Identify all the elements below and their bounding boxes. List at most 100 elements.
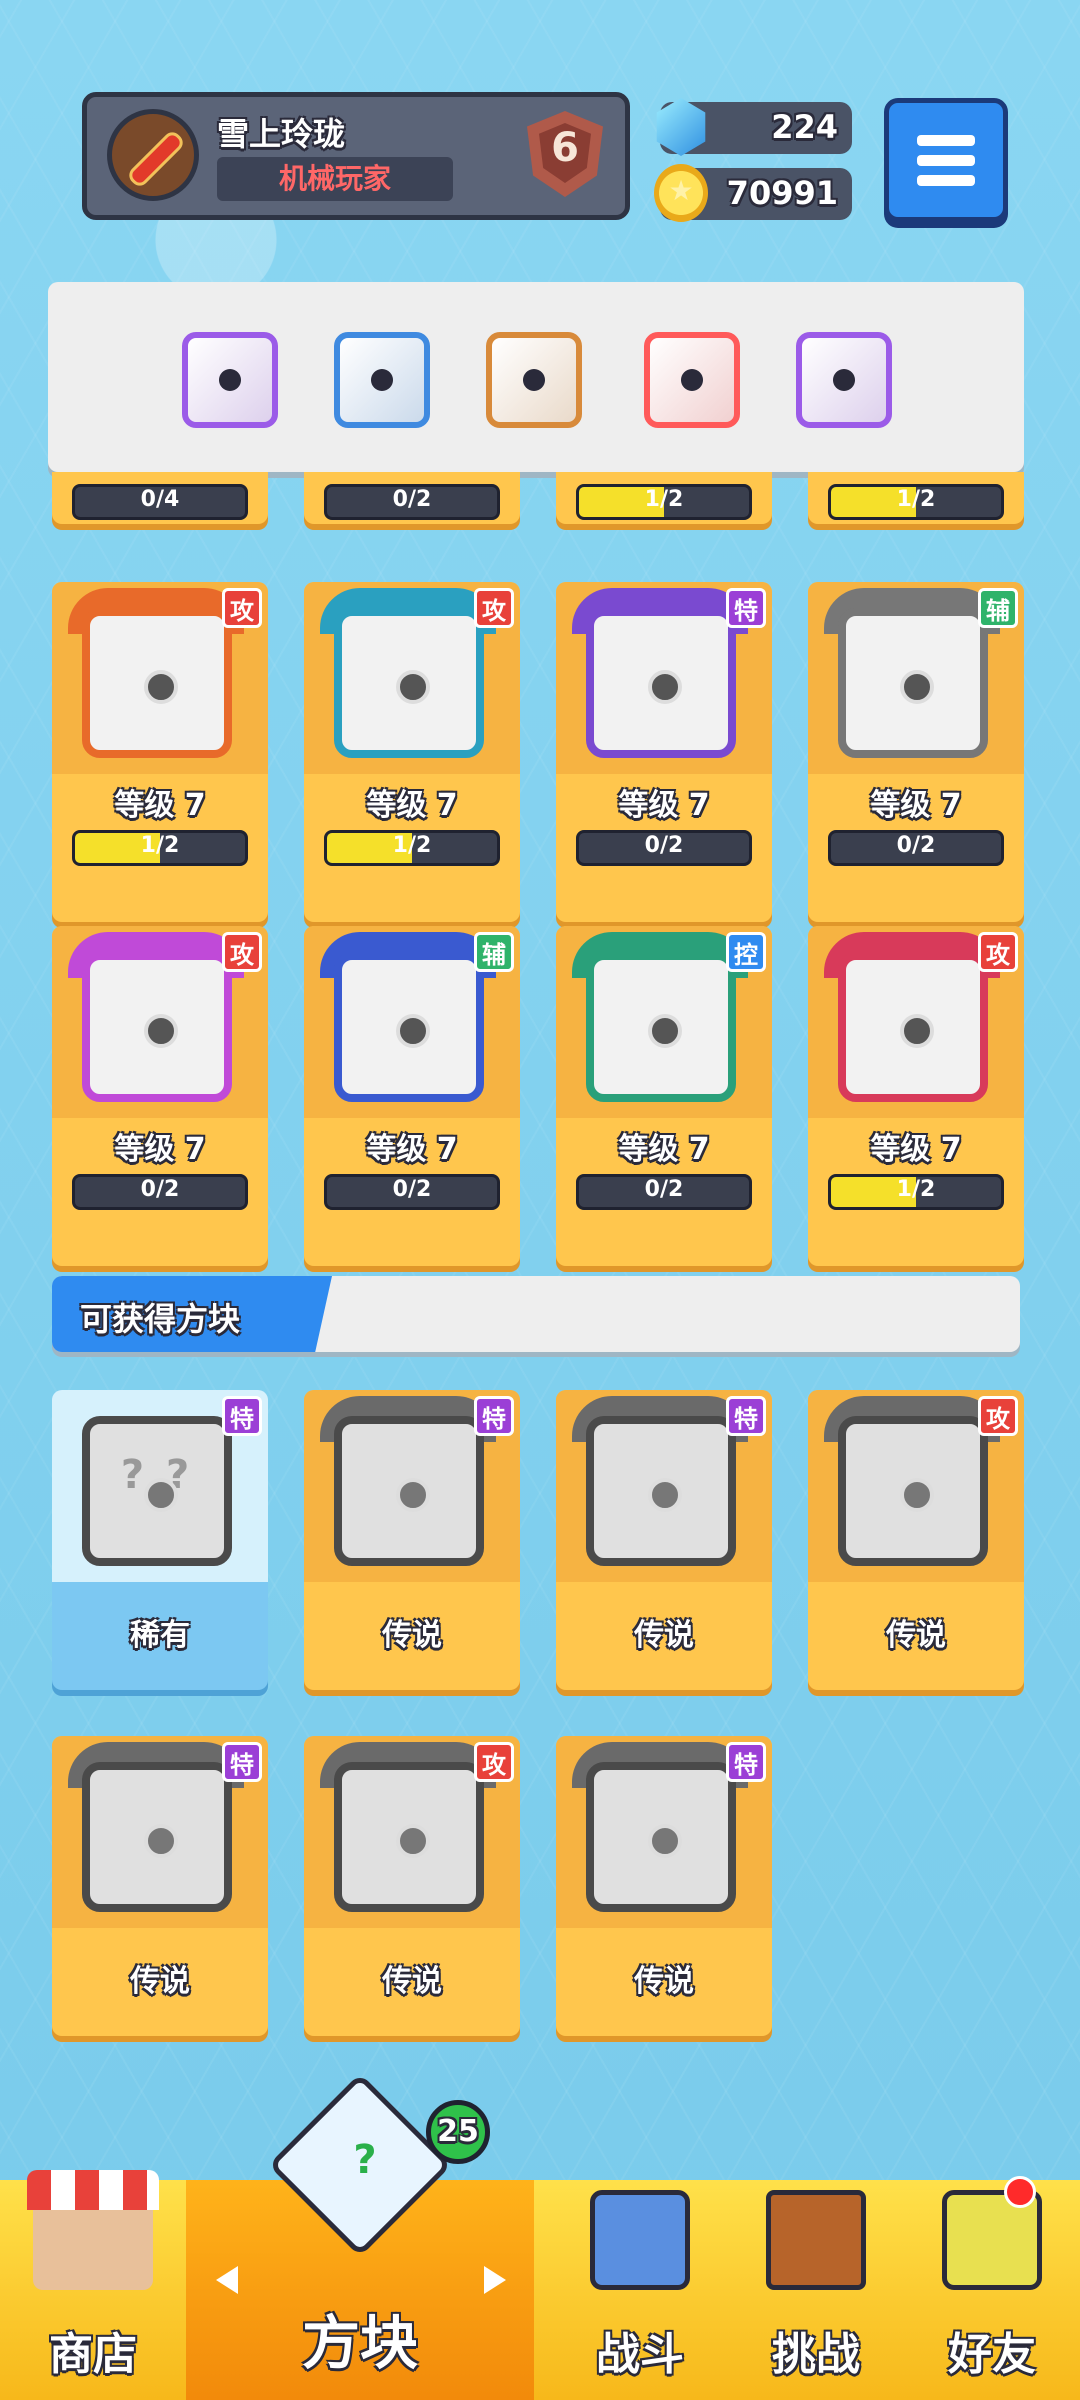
section-title: 可获得方块 [80,1300,241,1338]
progress-bar: 0/4 [72,484,248,520]
dice-type-tag: 辅 [978,588,1018,628]
available-dice-star-dice[interactable]: 攻传说 [304,1736,520,2036]
dice-card-moon-dice[interactable]: 辅等级 7 0/2 [304,926,520,1266]
dice-card-mist-dice[interactable]: 特等级 7 0/2 [556,582,772,922]
sand-dice-icon[interactable] [486,332,582,428]
gem-icon [656,98,706,156]
bottom-nav: 商店 ? 方块 战斗 挑战 好友 [0,2073,1080,2400]
gem-counter[interactable]: 224 [656,98,852,156]
chevron-right-icon[interactable] [484,2266,506,2294]
crest-dice-icon [586,1762,736,1912]
whirlpool-dice-icon [334,608,484,758]
dice-level: 等级 7 [114,1132,206,1167]
flame-dice-icon [82,1762,232,1912]
dice-type-tag: 攻 [474,1742,514,1782]
friends-notification-dot [1004,2176,1036,2208]
dice-type-tag: 控 [726,932,766,972]
dice-count-badge: 25 [426,2100,490,2164]
player-name: 雪上玲珑 [217,115,346,153]
available-dice-saw-dice[interactable]: 攻传说 [808,1390,1024,1690]
dice-card-gun-dice[interactable]: 攻等级 7 1/2 [52,582,268,922]
dice-type-tag: 特 [726,1396,766,1436]
dice-level: 等级 7 [870,1132,962,1167]
dice-level: 等级 7 [114,788,206,823]
nav-friends[interactable]: 好友 [904,2180,1080,2400]
coin-icon [654,164,708,222]
dice-level: 等级 7 [618,1132,710,1167]
dice-card-whirlpool-dice[interactable]: 攻等级 7 1/2 [304,582,520,922]
avatar-firecracker-icon [129,132,183,186]
progress-bar: 0/2 [324,1174,500,1210]
player-title: 机械玩家 [217,157,453,201]
equipped-dice-panel [48,282,1024,472]
dice-card-combo-dice[interactable]: 攻等级 7 0/2 [52,926,268,1266]
dice-type-tag: 特 [726,1742,766,1782]
star-dice-icon [334,1762,484,1912]
dice-type-tag: 攻 [978,1396,1018,1436]
rarity-label: 稀有 [130,1618,190,1653]
battle-shield-icon [590,2190,690,2290]
dice-type-tag: 特 [222,1742,262,1782]
available-dice-infinity-dice[interactable]: 特传说 [304,1390,520,1690]
progress-bar: 0/2 [324,484,500,520]
dice-type-tag: 攻 [978,932,1018,972]
available-dice-crest-dice[interactable]: 特传说 [556,1736,772,2036]
dice-card-partial[interactable]: 0/2 [304,472,520,524]
shop-icon [27,2170,159,2290]
blackhole-dice-icon [838,952,988,1102]
dice-type-tag: 辅 [474,932,514,972]
available-dice-arrow-dice[interactable]: 特传说 [556,1390,772,1690]
rainbow-dice-icon[interactable] [644,332,740,428]
rarity-label: 传说 [634,1964,694,1999]
dice-type-tag: 攻 [222,932,262,972]
progress-bar: 1/2 [576,484,752,520]
available-dice-flame-dice[interactable]: 特传说 [52,1736,268,2036]
dice-card-blackhole-dice[interactable]: 攻等级 7 1/2 [808,926,1024,1266]
gun-dice-icon [82,608,232,758]
moon-dice-icon [334,952,484,1102]
mist-dice-icon [586,608,736,758]
dice-type-tag: 特 [222,1396,262,1436]
menu-icon [917,135,975,146]
dice-card-wind-dice[interactable]: 控等级 7 0/2 [556,926,772,1266]
progress-bar: 1/2 [72,830,248,866]
rarity-label: 传说 [634,1618,694,1653]
dice-type-tag: 特 [726,588,766,628]
challenge-gate-icon [766,2190,866,2290]
dice-level: 等级 7 [366,1132,458,1167]
coin-amount: 70991 [726,174,838,212]
purple-dice-icon[interactable] [182,332,278,428]
avatar[interactable] [107,109,199,201]
dice-type-tag: 攻 [474,588,514,628]
available-dice-section-header: 可获得方块 [52,1276,1020,1352]
dice-card-clock-dice[interactable]: 辅等级 7 0/2 [808,582,1024,922]
chevron-left-icon[interactable] [216,2266,238,2294]
progress-bar: 1/2 [828,484,1004,520]
dice-level: 等级 7 [366,788,458,823]
snowflake-dice-icon[interactable] [334,332,430,428]
wind-dice-icon [586,952,736,1102]
nav-dice[interactable]: ? 方块 [186,2073,534,2400]
mystery-dice-icon: ? ? [82,1416,232,1566]
nav-shop[interactable]: 商店 [0,2170,186,2400]
arrow-dice-icon [586,1416,736,1566]
menu-button[interactable] [884,98,1008,222]
progress-bar: 0/2 [576,830,752,866]
rank-number: 6 [551,125,579,171]
progress-bar: 0/2 [828,830,1004,866]
cracked-dice-icon[interactable] [796,332,892,428]
dice-card-partial[interactable]: 1/2 [556,472,772,524]
available-dice-mystery-dice[interactable]: ? ? 特稀有 [52,1390,268,1690]
dice-card-partial[interactable]: 0/4 [52,472,268,524]
progress-bar: 1/2 [828,1174,1004,1210]
nav-battle[interactable]: 战斗 [552,2180,728,2400]
player-profile-card[interactable]: 雪上玲珑 机械玩家 6 [82,92,630,220]
dice-card-partial[interactable]: 1/2 [808,472,1024,524]
rarity-label: 传说 [130,1964,190,1999]
saw-dice-icon [838,1416,988,1566]
coin-counter[interactable]: 70991 [654,164,852,222]
progress-bar: 0/2 [72,1174,248,1210]
dice-level: 等级 7 [870,788,962,823]
dice-type-tag: 攻 [222,588,262,628]
nav-challenge[interactable]: 挑战 [728,2180,904,2400]
